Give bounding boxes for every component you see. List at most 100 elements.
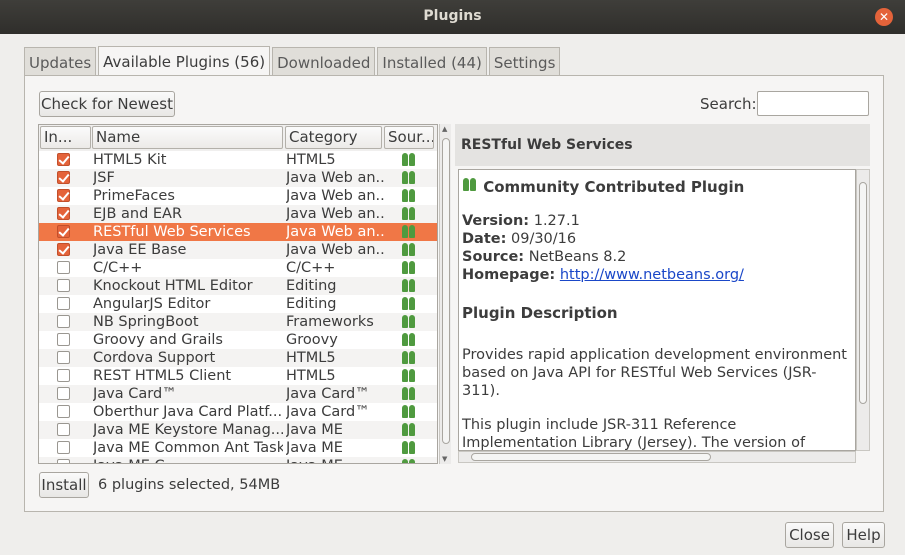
table-row[interactable]: Knockout HTML Editor Editing [39,277,437,295]
table-row[interactable]: Java ME Common Ant Tasks Java ME [39,439,437,457]
install-checkbox[interactable] [57,279,70,292]
plugin-name: Java ME C... [93,457,283,463]
table-row[interactable]: EJB and EAR Java Web an... [39,205,437,223]
plugin-name: HTML5 Kit [93,152,167,168]
table-scrollbar-thumb[interactable] [442,138,450,444]
table-row[interactable]: REST HTML5 Client HTML5 [39,367,437,385]
table-row[interactable]: HTML5 Kit HTML5 [39,151,437,169]
plugin-category: Frameworks [286,314,374,330]
plugin-name: JSF [93,170,115,186]
description-paragraph-2: This plugin include JSR-311 Reference Im… [462,417,806,451]
community-source-icon [401,423,417,437]
plugin-category: Java ME [286,422,343,438]
install-checkbox[interactable] [57,189,70,202]
plugin-name: C/C++ [93,260,143,276]
community-source-icon [401,171,417,185]
table-row[interactable]: JSF Java Web an... [39,169,437,187]
install-checkbox[interactable] [57,387,70,400]
install-checkbox[interactable] [57,315,70,328]
plugin-name: Oberthur Java Card Platf... [93,404,283,420]
plugin-name: AngularJS Editor [93,296,211,312]
help-button[interactable]: Help [842,522,885,548]
table-row[interactable]: Java Card™ Java Card™ [39,385,437,403]
plugin-name: PrimeFaces [93,188,175,204]
plugin-name: Java ME Common Ant Tasks [93,440,283,456]
detail-vertical-scrollbar[interactable] [856,169,870,451]
check-for-newest-button[interactable]: Check for Newest [39,91,175,117]
close-window-icon[interactable]: ✕ [875,8,893,26]
detail-title: RESTful Web Services [455,124,870,166]
community-icon [462,178,478,192]
install-checkbox[interactable] [57,207,70,220]
plugin-name: RESTful Web Services [93,224,251,240]
install-checkbox[interactable] [57,423,70,436]
table-row[interactable]: Java ME Keystore Manag... Java ME [39,421,437,439]
table-row[interactable]: Groovy and Grails Groovy [39,331,437,349]
community-badge: Community Contributed Plugin [483,178,745,196]
column-category[interactable]: Category [285,126,382,149]
install-button[interactable]: Install [39,472,89,498]
install-checkbox[interactable] [57,261,70,274]
table-row[interactable]: RESTful Web Services Java Web an... [39,223,437,241]
plugin-name: Cordova Support [93,350,216,366]
selection-status: 6 plugins selected, 54MB [98,477,281,493]
window-title: Plugins [423,8,482,24]
community-source-icon [401,369,417,383]
install-checkbox[interactable] [57,351,70,364]
community-source-icon [401,189,417,203]
version-label: Version: [462,213,530,229]
detail-vertical-scrollbar-thumb[interactable] [859,182,867,404]
plugin-name: NB SpringBoot [93,314,199,330]
table-row[interactable]: PrimeFaces Java Web an... [39,187,437,205]
table-row[interactable]: Java ME C...Java ME [39,457,437,463]
plugin-name: Java Card™ [93,386,177,402]
detail-horizontal-scrollbar-thumb[interactable] [471,453,711,461]
community-source-icon [401,441,417,455]
community-source-icon [401,261,417,275]
date-label: Date: [462,231,507,247]
plugin-category: HTML5 [286,368,336,384]
plugin-name: Java ME Keystore Manag... [93,422,283,438]
install-checkbox[interactable] [57,153,70,166]
plugin-category: Java Web an... [286,188,384,204]
homepage-link[interactable]: http://www.netbeans.org/ [560,267,744,283]
install-checkbox[interactable] [57,405,70,418]
plugin-category: Java ME [286,457,384,463]
plugin-category: Java ME [286,440,343,456]
table-row[interactable]: Java EE Base Java Web an... [39,241,437,259]
install-checkbox[interactable] [57,171,70,184]
install-checkbox[interactable] [57,369,70,382]
install-checkbox[interactable] [57,459,70,463]
search-input[interactable] [757,91,869,116]
community-source-icon [401,315,417,329]
install-checkbox[interactable] [57,333,70,346]
table-scrollbar[interactable]: ▲ ▼ [439,124,451,464]
install-checkbox[interactable] [57,243,70,256]
tab-settings[interactable]: Settings [488,47,561,76]
table-row[interactable]: NB SpringBoot Frameworks [39,313,437,331]
install-checkbox[interactable] [57,441,70,454]
plugin-category: Java Web an... [286,170,384,186]
homepage-label: Homepage: [462,267,556,283]
community-source-icon [401,297,417,311]
install-checkbox[interactable] [57,297,70,310]
plugin-category: Editing [286,278,337,294]
table-row[interactable]: C/C++ C/C++ [39,259,437,277]
close-button[interactable]: Close [785,522,834,548]
tab-downloaded[interactable]: Downloaded [272,47,376,76]
column-install[interactable]: In... [40,126,91,149]
install-checkbox[interactable] [57,225,70,238]
detail-body: Community Contributed Plugin Version: 1.… [458,169,856,451]
tab-available-plugins[interactable]: Available Plugins (56) [98,46,271,76]
table-row[interactable]: Oberthur Java Card Platf... Java Card™ [39,403,437,421]
plugin-category: Java Web an... [286,206,384,222]
detail-horizontal-scrollbar[interactable] [458,451,856,463]
community-source-icon [401,225,417,239]
column-source[interactable]: Sour... [384,126,434,149]
tab-updates[interactable]: Updates [24,47,97,76]
tab-installed[interactable]: Installed (44) [377,47,487,76]
plugin-category: Groovy [286,332,338,348]
table-row[interactable]: Cordova Support HTML5 [39,349,437,367]
table-row[interactable]: AngularJS Editor Editing [39,295,437,313]
column-name[interactable]: Name [92,126,283,149]
